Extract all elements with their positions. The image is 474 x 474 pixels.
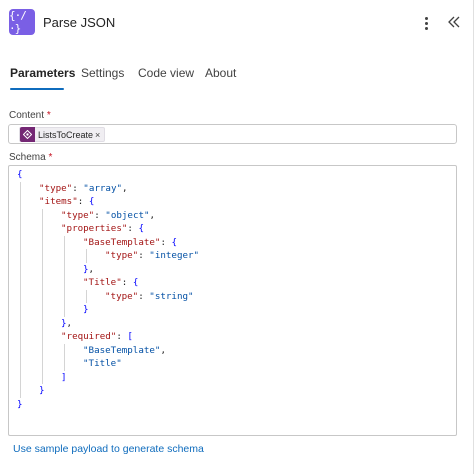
code-token: "type" — [39, 182, 73, 194]
code-token: "type" — [105, 290, 139, 302]
code-token: "required" — [61, 331, 117, 342]
indent-guide — [64, 343, 65, 371]
code-line: "properties": { — [61, 222, 144, 236]
code-token: "BaseTemplate" — [83, 344, 161, 356]
page-title: Parse JSON — [43, 15, 116, 30]
tab-code-view[interactable]: Code view — [138, 66, 194, 80]
token-remove-button[interactable]: × — [95, 130, 100, 140]
code-token: } — [83, 304, 89, 315]
parse-json-action-icon: {·/·} — [9, 9, 35, 35]
tab-about[interactable]: About — [205, 66, 236, 80]
code-token: "BaseTemplate" — [83, 236, 161, 248]
code-token: { — [88, 196, 95, 207]
code-token: : — [116, 331, 128, 342]
more-vertical-icon — [424, 16, 428, 20]
code-token: "properties" — [61, 223, 128, 234]
panel-header: {·/·} Parse JSON — [0, 0, 474, 46]
schema-required-mark: * — [48, 152, 53, 163]
tab-parameters[interactable]: Parameters — [10, 66, 75, 80]
content-input[interactable]: ListsToCreate × — [8, 124, 457, 144]
schema-code-editor[interactable]: {"type": "array", "items": {"type": "obje… — [8, 165, 457, 436]
code-token: , — [66, 317, 73, 329]
content-label: Content * — [9, 110, 51, 121]
code-token: [ — [127, 331, 133, 342]
double-chevron-left-icon — [448, 16, 460, 28]
indent-guide — [64, 235, 65, 317]
code-line: { — [17, 168, 23, 182]
code-line: "Title" — [83, 357, 122, 371]
code-token: , — [122, 182, 128, 194]
code-line: "BaseTemplate", — [83, 344, 166, 358]
code-line: "type": "object", — [61, 209, 155, 223]
code-token: : — [138, 290, 150, 302]
indent-guide — [86, 249, 87, 263]
code-token: : — [127, 223, 139, 234]
content-label-text: Content — [9, 110, 45, 121]
tab-list: Parameters Settings Code view About — [0, 58, 474, 92]
code-token: { — [17, 169, 23, 180]
content-required-mark: * — [46, 110, 51, 121]
code-line: } — [17, 398, 23, 412]
code-line: } — [83, 303, 89, 317]
code-token: } — [17, 398, 23, 410]
code-token: "integer" — [149, 250, 200, 261]
code-token: } — [39, 385, 45, 396]
code-token: : — [77, 196, 89, 207]
code-token: "string" — [149, 290, 194, 302]
code-token: { — [138, 223, 145, 234]
code-token: "object" — [105, 209, 150, 221]
code-token: , — [160, 344, 166, 356]
schema-label-text: Schema — [9, 152, 46, 163]
generate-schema-link[interactable]: Use sample payload to generate schema — [13, 443, 204, 455]
code-token: "array" — [83, 182, 123, 194]
code-token: { — [132, 277, 139, 288]
code-line: "BaseTemplate": { — [83, 236, 177, 250]
code-token: , — [88, 263, 95, 275]
code-line: "type": "string" — [105, 290, 194, 304]
schema-label: Schema * — [9, 152, 52, 163]
code-token: { — [171, 236, 178, 248]
collapse-panel-button[interactable] — [444, 11, 464, 33]
code-token: : — [72, 182, 84, 194]
code-line: "type": "array", — [39, 182, 128, 196]
code-line: "required": [ — [61, 330, 133, 344]
code-line: "type": "integer" — [105, 249, 199, 263]
code-token: : — [94, 209, 106, 221]
code-line: "Title": { — [83, 276, 138, 290]
code-line: }, — [83, 263, 94, 277]
code-token: , — [149, 209, 156, 221]
active-tab-indicator — [10, 88, 64, 90]
token-label: ListsToCreate — [38, 129, 94, 140]
parse-json-panel: {·/·} Parse JSON Parameters Settings Cod… — [0, 0, 474, 474]
code-line: }, — [61, 317, 72, 331]
code-token: "items" — [39, 196, 78, 207]
tab-settings[interactable]: Settings — [81, 66, 124, 80]
code-line: ] — [61, 371, 67, 385]
action-icon-glyph: {·/·} — [9, 9, 27, 35]
code-token: : — [121, 277, 133, 288]
code-token: "Title" — [83, 277, 122, 288]
code-line: } — [39, 384, 45, 398]
sharepoint-list-icon — [20, 127, 35, 142]
indent-guide — [20, 181, 21, 398]
indent-guide — [42, 208, 43, 384]
code-token: "Title" — [83, 358, 122, 369]
code-token: : — [138, 250, 150, 261]
dynamic-content-token[interactable]: ListsToCreate × — [19, 127, 106, 142]
code-token: "type" — [61, 209, 95, 221]
code-token: ] — [61, 371, 67, 383]
more-options-button[interactable] — [417, 12, 435, 34]
indent-guide — [86, 289, 87, 303]
code-line: "items": { — [39, 195, 94, 209]
code-token: : — [160, 236, 172, 248]
code-token: "type" — [105, 250, 139, 261]
